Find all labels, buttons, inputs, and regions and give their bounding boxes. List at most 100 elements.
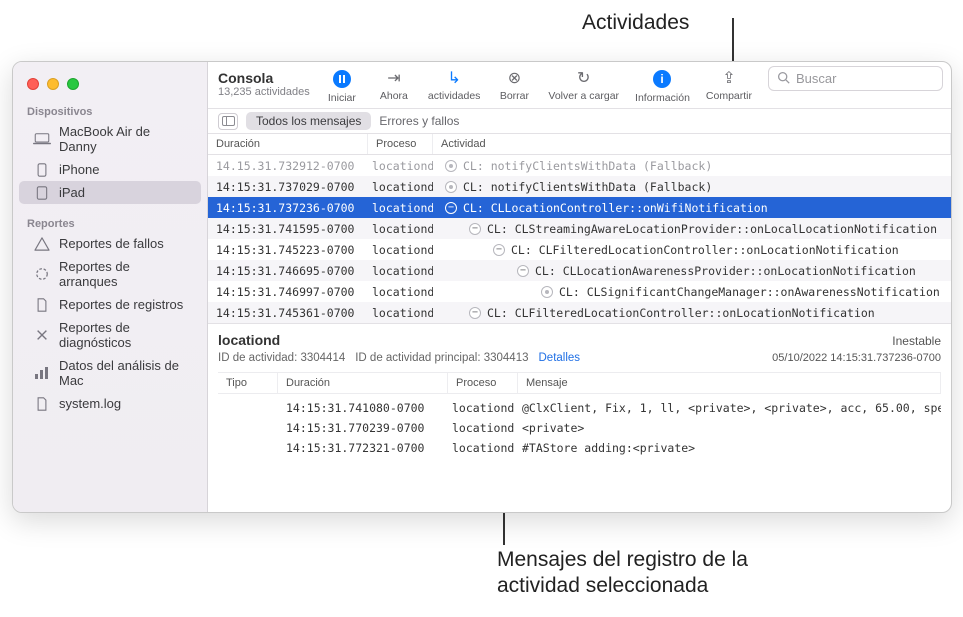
row-process: locationd — [368, 264, 433, 278]
drow-msg: <private> — [518, 421, 941, 435]
activity-row[interactable]: 14:15:31.745361-0700locationd CL: CLFilte… — [208, 302, 951, 323]
sidebar-heading-reports: Reportes — [13, 212, 207, 232]
filter-all-messages[interactable]: Todos los mensajes — [246, 112, 371, 130]
activity-row[interactable]: 14:15:31.737236-0700locationdCL: CLLocat… — [208, 197, 951, 218]
sidebar-device-mac[interactable]: MacBook Air de Danny — [19, 120, 201, 158]
sidebar-systemlog[interactable]: system.log — [19, 392, 201, 415]
minimize-traffic-light[interactable] — [47, 78, 59, 90]
activity-row[interactable]: 14:15:31.746997-0700locationdCL: CLSigni… — [208, 281, 951, 302]
toolbar: Consola 13,235 actividades Iniciar ⇥ Aho… — [208, 62, 951, 109]
col-header-process[interactable]: Proceso — [368, 134, 433, 154]
main-pane: Consola 13,235 actividades Iniciar ⇥ Aho… — [208, 62, 951, 512]
sidebar-report-crashes[interactable]: Reportes de fallos — [19, 232, 201, 255]
detail-row[interactable]: 14:15:31.770239-0700locationd<private> — [218, 418, 941, 438]
detail-rows: 14:15:31.741080-0700locationd@ClxClient,… — [218, 398, 941, 458]
toolbar-reload-button[interactable]: ↻ Volver a cargar — [542, 66, 625, 104]
detail-pane: locationd Inestable ID de actividad: 330… — [208, 323, 951, 462]
reload-icon: ↻ — [577, 68, 590, 88]
row-activity: CL: CLFilteredLocationController::onLoca… — [433, 243, 951, 257]
search-field[interactable]: Buscar — [768, 66, 943, 91]
toolbar-label: Volver a cargar — [548, 90, 619, 102]
drow-dur: 14:15:31.770239-0700 — [278, 421, 448, 435]
info-icon: i — [651, 68, 673, 90]
title-block: Consola 13,235 actividades — [218, 66, 310, 98]
toolbar-info-button[interactable]: i Información — [629, 66, 696, 106]
spinner-icon — [33, 267, 51, 281]
sidebar-item-label: system.log — [59, 396, 121, 411]
disclosure-collapse-icon[interactable] — [517, 265, 529, 277]
activity-row[interactable]: 14:15:31.746695-0700locationdCL: CLLocat… — [208, 260, 951, 281]
window-subtitle: 13,235 actividades — [218, 86, 310, 98]
toolbar-label: Compartir — [706, 90, 752, 102]
row-duration: 14.15.31.732912-0700 — [208, 159, 368, 173]
toolbar-label: Borrar — [500, 90, 529, 102]
sidebar-device-ipad[interactable]: iPad — [19, 181, 201, 204]
clear-icon: ⊗ — [508, 68, 521, 88]
disclosure-collapse-icon[interactable] — [469, 223, 481, 235]
row-activity-text: CL: CLSignificantChangeManager::onAwaren… — [559, 285, 940, 299]
row-activity-text: CL: CLFilteredLocationController::onLoca… — [487, 306, 875, 320]
dcol-msg[interactable]: Mensaje — [518, 373, 941, 393]
detail-link-detalles[interactable]: Detalles — [539, 352, 581, 364]
col-header-duration[interactable]: Duración — [208, 134, 368, 154]
toolbar-label: actividades — [428, 90, 481, 102]
row-activity-text: CL: notifyClientsWithData (Fallback) — [463, 159, 712, 173]
dcol-dur[interactable]: Duración — [278, 373, 448, 393]
toolbar-clear-button[interactable]: ⊗ Borrar — [490, 66, 538, 104]
drow-msg: #TAStore adding:<private> — [518, 441, 941, 455]
drow-proc: locationd — [448, 401, 518, 415]
detail-table-header: Tipo Duración Proceso Mensaje — [218, 372, 941, 394]
sidebar-report-diag[interactable]: Reportes de diagnósticos — [19, 316, 201, 354]
sidebar-device-iphone[interactable]: iPhone — [19, 158, 201, 181]
activity-row[interactable]: 14:15:31.737029-0700locationdCL: notifyC… — [208, 176, 951, 197]
row-process: locationd — [368, 306, 433, 320]
sidebar-item-label: Reportes de registros — [59, 297, 183, 312]
col-header-activity[interactable]: Actividad — [433, 134, 951, 154]
detail-row[interactable]: 14:15:31.772321-0700locationd#TAStore ad… — [218, 438, 941, 458]
sidebar-item-label: Reportes de arranques — [59, 259, 191, 289]
callout-actividades: Actividades — [582, 10, 689, 36]
toolbar-now-button[interactable]: ⇥ Ahora — [370, 66, 418, 104]
laptop-icon — [33, 132, 51, 146]
svg-text:i: i — [661, 72, 664, 86]
detail-timestamp: 05/10/2022 14:15:31.737236-0700 — [772, 352, 941, 364]
sidebar-report-spin[interactable]: Reportes de arranques — [19, 255, 201, 293]
sidebar-item-label: iPad — [59, 185, 85, 200]
row-process: locationd — [368, 180, 433, 194]
sidebar-heading-devices: Dispositivos — [13, 100, 207, 120]
sidebar-item-label: Datos del análisis de Mac — [59, 358, 191, 388]
detail-row[interactable]: 14:15:31.741080-0700locationd@ClxClient,… — [218, 398, 941, 418]
close-traffic-light[interactable] — [27, 78, 39, 90]
row-activity-text: CL: notifyClientsWithData (Fallback) — [463, 180, 712, 194]
disclosure-collapse-icon[interactable] — [493, 244, 505, 256]
window-controls — [13, 70, 207, 100]
zoom-traffic-light[interactable] — [67, 78, 79, 90]
row-process: locationd — [368, 222, 433, 236]
warning-icon — [33, 237, 51, 251]
toolbar-share-button[interactable]: ⇪ Compartir — [700, 66, 758, 104]
filter-errors-faults[interactable]: Errores y fallos — [379, 114, 459, 128]
dcol-tipo[interactable]: Tipo — [218, 373, 278, 393]
sidebar-toggle-button[interactable] — [218, 113, 238, 130]
row-activity-text: CL: CLStreamingAwareLocationProvider::on… — [487, 222, 937, 236]
sidebar-report-analytics[interactable]: Datos del análisis de Mac — [19, 354, 201, 392]
tools-icon — [33, 328, 51, 342]
dcol-proc[interactable]: Proceso — [448, 373, 518, 393]
toolbar-activities-button[interactable]: ↳ actividades — [422, 66, 487, 104]
activity-row[interactable]: 14:15:31.745223-0700locationdCL: CLFilte… — [208, 239, 951, 260]
share-icon: ⇪ — [722, 68, 735, 88]
toolbar-label: Información — [635, 92, 690, 104]
disclosure-collapse-icon[interactable] — [445, 202, 457, 214]
activity-row[interactable]: 14.15.31.732912-0700locationd CL: notifyC… — [208, 155, 951, 176]
file-icon — [33, 397, 51, 411]
row-process: locationd — [368, 159, 433, 173]
row-duration: 14:15:31.745361-0700 — [208, 306, 368, 320]
window-title: Consola — [218, 70, 310, 86]
document-icon — [33, 298, 51, 312]
detail-activity-id: ID de actividad: 3304414 — [218, 352, 345, 364]
sidebar-report-log[interactable]: Reportes de registros — [19, 293, 201, 316]
activity-row[interactable]: 14:15:31.741595-0700locationdCL: CLStrea… — [208, 218, 951, 239]
row-activity-text: CL: CLLocationController::onWifiNotifica… — [463, 201, 768, 215]
disclosure-collapse-icon[interactable] — [469, 307, 481, 319]
toolbar-start-button[interactable]: Iniciar — [318, 66, 366, 106]
